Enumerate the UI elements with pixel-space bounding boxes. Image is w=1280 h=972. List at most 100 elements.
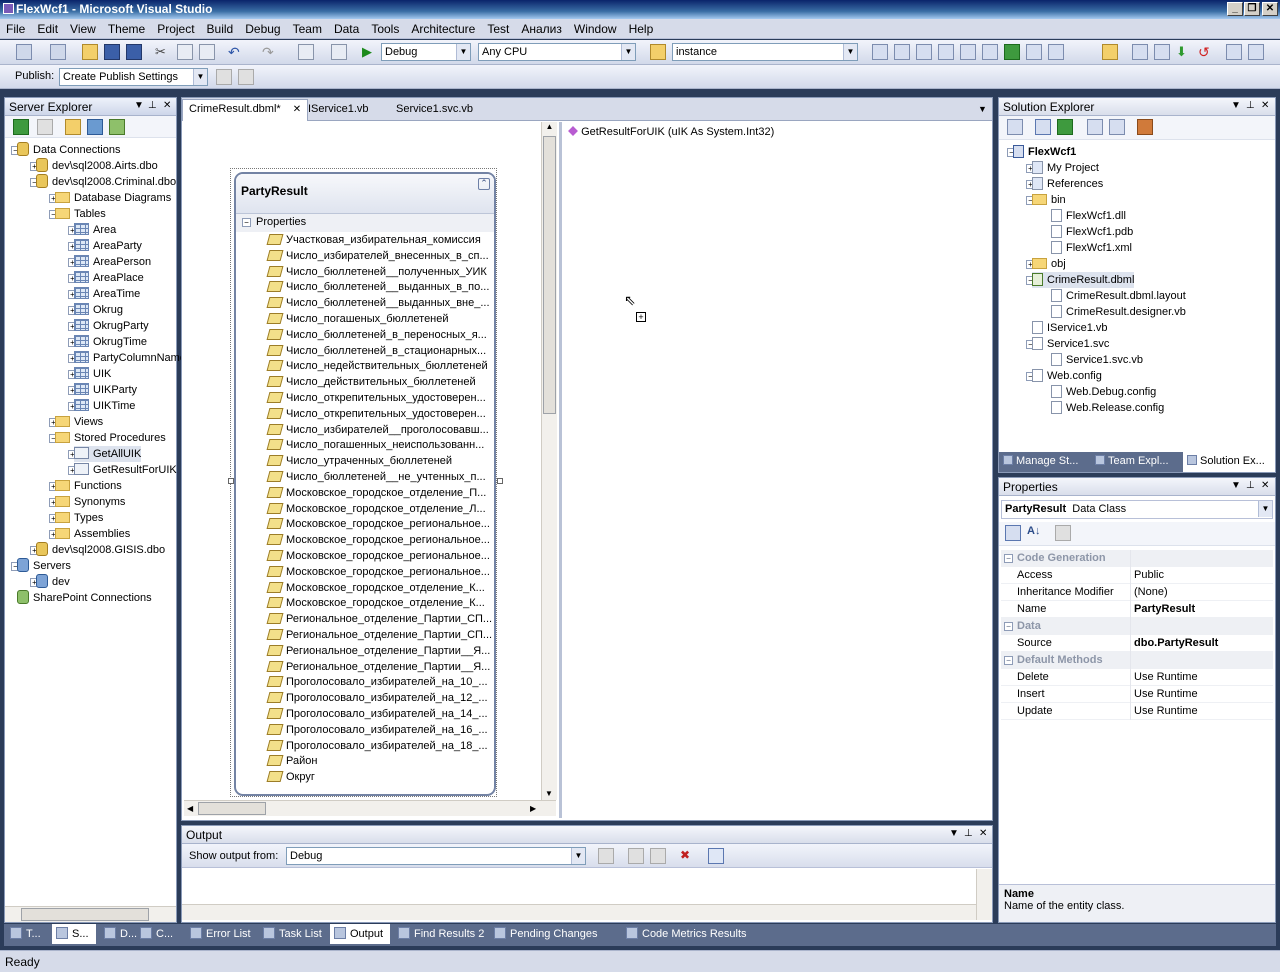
navigate-forward-icon[interactable] <box>331 44 347 60</box>
property-row[interactable]: Insert Use Runtime <box>1001 686 1273 703</box>
solution-tree-node[interactable]: References <box>1032 176 1103 192</box>
server-tree-node[interactable]: OkrugParty <box>74 318 149 334</box>
property-value[interactable]: Use Runtime <box>1134 705 1198 717</box>
designer-horizontal-scrollbar[interactable]: ◀ ▶ <box>184 800 556 816</box>
entity-property[interactable]: Число_бюллетеней_в_стационарных... <box>266 343 486 359</box>
platform-select[interactable]: Any CPU ▼ <box>478 43 636 61</box>
tab-output[interactable]: Output <box>330 924 390 944</box>
server-tree-node[interactable]: Views <box>55 414 103 430</box>
tab-find-results-2[interactable]: Find Results 2 <box>394 924 488 944</box>
solution-tree-node[interactable]: IService1.vb <box>1032 320 1108 336</box>
entity-property[interactable]: Число_бюллетеней__выданных_в_по... <box>266 279 489 295</box>
redo-icon[interactable]: ↷ <box>262 44 278 60</box>
property-category[interactable]: − Data <box>1001 618 1273 635</box>
tab-teamexpl[interactable]: Team Expl... <box>1091 452 1183 472</box>
server-tree-node[interactable]: UIK <box>74 366 111 382</box>
menu-view[interactable]: View <box>64 19 102 36</box>
undo-icon[interactable]: ↶ <box>228 44 244 60</box>
stop-refresh-icon[interactable] <box>37 119 53 135</box>
solution-tree-node[interactable]: CrimeResult.dbml <box>1032 272 1135 288</box>
entity-property[interactable]: Московское_городское_отделение_П... <box>266 485 486 501</box>
start-page-icon[interactable] <box>1004 44 1020 60</box>
server-tree-node[interactable]: Types <box>55 510 103 526</box>
view-code-icon[interactable] <box>1087 119 1103 135</box>
close-icon[interactable]: ✕ <box>1261 480 1269 491</box>
menu-data[interactable]: Data <box>328 19 365 36</box>
entity-property[interactable]: Региональное_отделение_Партии__Я... <box>266 643 490 659</box>
entity-property[interactable]: Региональное_отделение_Партии__Я... <box>266 659 490 675</box>
entity-property[interactable]: Число_бюллетеней__полученных_УИК <box>266 264 487 280</box>
scrollbar-thumb[interactable] <box>543 136 556 414</box>
entity-property[interactable]: Число_недействительных_бюллетеней <box>266 358 488 374</box>
server-tree-node[interactable]: UIKTime <box>74 398 135 414</box>
server-tree-node[interactable]: Area <box>74 222 116 238</box>
entity-property[interactable]: Региональное_отделение_Партии_СП... <box>266 627 492 643</box>
properties-object-select[interactable]: PartyResult Data Class ▼ <box>1001 500 1273 519</box>
property-row[interactable]: Delete Use Runtime <box>1001 669 1273 686</box>
entity-property[interactable]: Число_утраченных_бюллетеней <box>266 453 452 469</box>
server-tree-node[interactable]: AreaPlace <box>74 270 144 286</box>
compare-icon[interactable] <box>1132 44 1148 60</box>
publish-settings-select[interactable]: Create Publish Settings ▼ <box>59 68 208 86</box>
scrollbar-thumb[interactable] <box>198 802 266 815</box>
collapse-icon[interactable]: − <box>1004 622 1013 631</box>
solution-tree-node[interactable]: My Project <box>1032 160 1099 176</box>
collapse-section-icon[interactable]: − <box>242 218 251 227</box>
tab-code-metrics-results[interactable]: Code Metrics Results <box>622 924 747 944</box>
menu-анализ[interactable]: Анализ <box>515 19 568 36</box>
server-tree-node[interactable]: dev\sql2008.GISIS.dbo <box>36 542 165 558</box>
entity-property[interactable]: Округ <box>266 769 315 785</box>
save-icon[interactable] <box>104 44 120 60</box>
entity-property[interactable]: Число_погашеных_бюллетеней <box>266 311 449 327</box>
word-wrap-icon[interactable] <box>708 848 724 864</box>
menu-build[interactable]: Build <box>201 19 240 36</box>
scroll-left-icon[interactable]: ◀ <box>187 804 193 813</box>
properties-section-header[interactable]: − Properties <box>236 214 494 232</box>
tab-c---[interactable]: C... <box>136 924 182 944</box>
scroll-down-icon[interactable]: ▼ <box>545 789 553 798</box>
command-window-icon[interactable] <box>1048 44 1064 60</box>
output-source-select[interactable]: Debug ▼ <box>286 847 586 865</box>
server-tree-node[interactable]: OkrugTime <box>74 334 147 350</box>
pin-icon[interactable]: ⊥ <box>1246 100 1255 111</box>
scroll-right-icon[interactable]: ▶ <box>530 804 536 813</box>
panel-menu-icon[interactable]: ▼ <box>1231 100 1241 111</box>
connect-server-icon[interactable] <box>87 119 103 135</box>
tab-crimeresult-dbml-[interactable]: CrimeResult.dbml* ✕ <box>182 99 309 121</box>
property-row[interactable]: Access Public <box>1001 567 1273 584</box>
close-tab-icon[interactable]: ✕ <box>293 104 301 115</box>
property-value[interactable]: Use Runtime <box>1134 671 1198 683</box>
entity-property[interactable]: Число_открепительных_удостоверен... <box>266 406 486 422</box>
property-category[interactable]: − Default Methods <box>1001 652 1273 669</box>
find-combo[interactable]: instance ▼ <box>672 43 858 61</box>
server-tree-node[interactable]: AreaParty <box>74 238 142 254</box>
restore-button[interactable]: ❐ <box>1244 2 1260 16</box>
paste-icon[interactable] <box>199 44 215 60</box>
cut-icon[interactable]: ✂ <box>155 44 171 60</box>
output-vertical-scrollbar[interactable] <box>976 869 992 920</box>
show-all-files-icon[interactable] <box>1035 119 1051 135</box>
refresh-icon[interactable] <box>1057 119 1073 135</box>
scrollbar-thumb[interactable] <box>21 908 149 921</box>
server-tree-node[interactable]: GetResultForUIK <box>74 462 177 478</box>
connect-sharepoint-icon[interactable] <box>109 119 125 135</box>
pin-icon[interactable]: ⊥ <box>1246 480 1255 491</box>
solution-tree-node[interactable]: FlexWcf1.xml <box>1051 240 1132 256</box>
collapse-icon[interactable]: − <box>1004 554 1013 563</box>
server-tree-node[interactable]: Tables <box>55 206 106 222</box>
server-tree-node[interactable]: UIKParty <box>74 382 137 398</box>
entity-property[interactable]: Московское_городское_региональное... <box>266 564 490 580</box>
resize-handle[interactable] <box>497 478 503 484</box>
close-icon[interactable]: ✕ <box>163 100 171 111</box>
server-tree-node[interactable]: Functions <box>55 478 122 494</box>
entity-property[interactable]: Проголосовало_избирателей_на_18_... <box>266 738 488 754</box>
menu-theme[interactable]: Theme <box>102 19 151 36</box>
server-tree-node[interactable]: SharePoint Connections <box>17 590 152 606</box>
entity-property[interactable]: Число_погашенных_неиспользованн... <box>266 437 484 453</box>
collapse-icon[interactable]: − <box>1004 656 1013 665</box>
toolbox-icon[interactable] <box>960 44 976 60</box>
start-debugging-icon[interactable]: ▶ <box>362 44 378 60</box>
close-button[interactable]: ✕ <box>1262 2 1278 16</box>
refresh-icon[interactable] <box>1248 44 1264 60</box>
solution-tree-node[interactable]: Web.config <box>1032 368 1102 384</box>
